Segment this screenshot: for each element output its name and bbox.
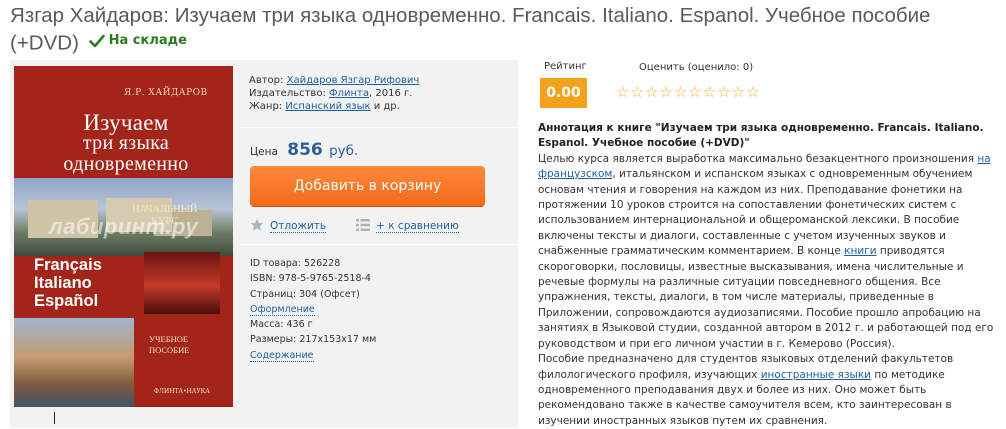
- price-row: Цена 856 руб.: [250, 140, 358, 160]
- annotation-text: , итальянском и испанском языках с однов…: [538, 168, 973, 258]
- author-row: Автор: Хайдаров Язгар Рифович: [249, 74, 514, 87]
- rating-star-icon[interactable]: ☆: [630, 84, 643, 100]
- cover-languages: Français Italiano Español: [34, 256, 102, 310]
- rating-star-icon[interactable]: ☆: [688, 84, 701, 100]
- spec-isbn: ISBN: 978-5-9765-2518-4: [250, 273, 371, 285]
- divider: [240, 244, 518, 245]
- foreign-languages-link[interactable]: иностранные языки: [761, 369, 871, 381]
- genre-link[interactable]: Испанский язык: [285, 101, 370, 112]
- cover-language: Italiano: [34, 274, 92, 292]
- stock-status: На складе: [88, 27, 187, 54]
- book-meta: Автор: Хайдаров Язгар Рифович Издательст…: [249, 74, 514, 113]
- cover-author: Я.Р. ХАЙДАРОВ: [124, 88, 208, 98]
- compare-list-icon[interactable]: [356, 219, 371, 234]
- postpone-link[interactable]: Отложить: [270, 220, 327, 233]
- cover-publisher: ФЛИНТА•НАУКА: [154, 388, 210, 395]
- author-link[interactable]: Хайдаров Язгар Рифович: [287, 75, 420, 86]
- genre-row: Жанр: Испанский язык и др.: [249, 100, 514, 113]
- design-link[interactable]: Оформление: [250, 303, 315, 316]
- annotation-text: приводятся скороговорки, пословицы, изве…: [538, 245, 994, 350]
- spec-weight: Масса: 436 г: [250, 319, 313, 331]
- cover-language: Français: [34, 256, 102, 274]
- cover-title-line: Изучаем: [83, 110, 169, 135]
- rate-label: Оценить (оценило: 0): [639, 62, 754, 73]
- genre-label: Жанр:: [249, 101, 283, 112]
- rating-star-icon[interactable]: ☆: [659, 84, 672, 100]
- annotation: Аннотация к книге "Изучаем три языка одн…: [538, 121, 1001, 429]
- rating-star-icon[interactable]: ☆: [717, 84, 730, 100]
- rating-star-icon[interactable]: ☆: [703, 84, 716, 100]
- cover-subtitle: УЧЕБНОЕ ПОСОБИЕ: [149, 334, 189, 356]
- annotation-text: Целью курса является выработка максималь…: [538, 152, 978, 165]
- add-to-cart-button[interactable]: Добавить в корзину: [250, 166, 485, 206]
- price-label: Цена: [250, 146, 278, 158]
- rating-label: Рейтинг: [544, 61, 587, 72]
- text-cursor: [54, 412, 55, 424]
- spec-size: Размеры: 217x153x17 мм: [250, 334, 377, 346]
- rating-stars: ☆ ☆ ☆ ☆ ☆ ☆ ☆ ☆ ☆ ☆: [616, 84, 760, 100]
- rating-star-icon[interactable]: ☆: [732, 84, 745, 100]
- compare-link[interactable]: + к сравнению: [376, 220, 459, 233]
- star-icon[interactable]: [250, 218, 264, 235]
- divider: [240, 127, 518, 128]
- cover-subtitle-line: ПОСОБИЕ: [149, 345, 190, 355]
- cover-subtitle-line: УЧЕБНОЕ: [149, 334, 189, 344]
- product-box: Я.Р. ХАЙДАРОВ Изучаем три языка одноврем…: [10, 60, 518, 428]
- item-actions: Отложить + к сравнению: [250, 218, 459, 235]
- annotation-heading: Аннотация к книге "Изучаем три языка одн…: [538, 122, 984, 150]
- publisher-label: Издательство:: [249, 88, 326, 99]
- contents-link[interactable]: Содержание: [250, 349, 314, 362]
- publisher-year: , 2016 г.: [369, 88, 413, 99]
- checkmark-icon: [88, 34, 105, 47]
- rating-star-icon[interactable]: ☆: [674, 84, 687, 100]
- annotation-paragraph: Пособие предназначено для студентов язык…: [538, 352, 1001, 429]
- cover-title-line: одновременно: [63, 153, 189, 175]
- publisher-link[interactable]: Флинта: [329, 88, 369, 99]
- rating-star-icon[interactable]: ☆: [645, 84, 658, 100]
- specs-list: ID товара: 526228 ISBN: 978-5-9765-2518-…: [250, 256, 376, 363]
- price-currency: руб.: [329, 143, 359, 159]
- cover-venice-picture: [14, 318, 134, 407]
- price-value: 856: [287, 140, 323, 160]
- rating-value: 0.00: [540, 78, 587, 108]
- cover-watermark: лабиринт.ру: [48, 214, 199, 239]
- spec-pages: Страниц: 304 (Офсет): [250, 288, 360, 300]
- book-cover-image[interactable]: Я.Р. ХАЙДАРОВ Изучаем три языка одноврем…: [14, 66, 233, 407]
- page-title: Язгар Хайдаров: Изучаем три языка одновр…: [10, 2, 1000, 57]
- books-link[interactable]: книги: [844, 245, 876, 257]
- cover-dancers-picture: [144, 252, 220, 314]
- author-label: Автор:: [249, 75, 284, 86]
- publisher-row: Издательство: Флинта, 2016 г.: [249, 87, 514, 100]
- spec-id: ID товара: 526228: [250, 258, 341, 269]
- cover-language: Español: [34, 292, 99, 310]
- rating-star-icon[interactable]: ☆: [746, 84, 759, 100]
- cover-title: Изучаем три языка одновременно: [36, 110, 216, 175]
- stock-label: На складе: [108, 33, 187, 48]
- annotation-paragraph: Целью курса является выработка максималь…: [538, 152, 1001, 352]
- cover-title-line: три языка: [82, 132, 170, 154]
- genre-suffix: и др.: [370, 101, 400, 112]
- rating-star-icon[interactable]: ☆: [616, 84, 629, 100]
